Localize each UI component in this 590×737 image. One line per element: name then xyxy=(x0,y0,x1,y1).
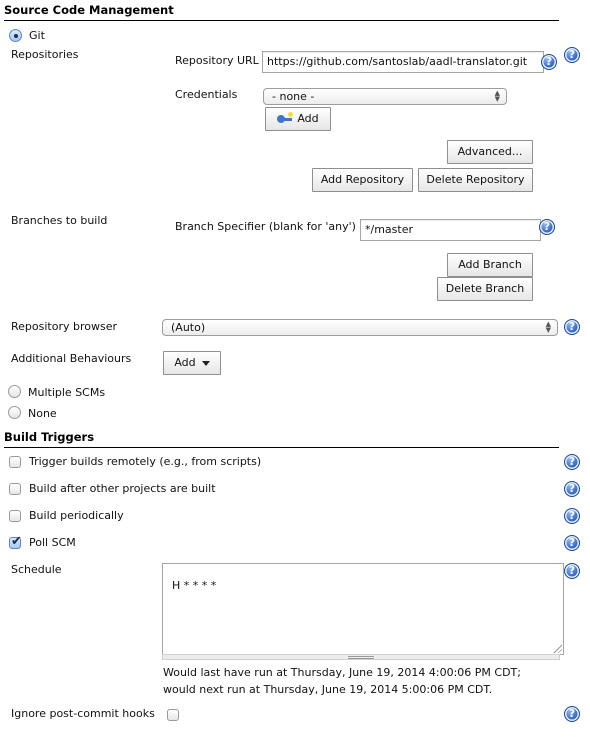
repositories-help-icon[interactable]: ? xyxy=(564,47,580,63)
trigger-remotely-label: Trigger builds remotely (e.g., from scri… xyxy=(29,455,262,468)
branches-label: Branches to build xyxy=(11,214,108,227)
poll-scm-help-icon[interactable]: ? xyxy=(564,535,580,551)
additional-behaviours-label: Additional Behaviours xyxy=(11,352,132,365)
select-arrows-icon: ▲ ▼ xyxy=(545,320,551,334)
repository-browser-selected-value: (Auto) xyxy=(171,321,206,334)
repository-url-label: Repository URL xyxy=(175,54,259,67)
build-triggers-section-title: Build Triggers xyxy=(4,430,559,448)
schedule-textarea[interactable]: H * * * * xyxy=(162,563,564,655)
ignore-post-commit-help-icon[interactable]: ? xyxy=(564,706,580,722)
add-credentials-button[interactable]: Add xyxy=(265,107,331,131)
repository-browser-label: Repository browser xyxy=(11,320,117,333)
scm-section-title: Source Code Management xyxy=(4,3,559,21)
delete-branch-button[interactable]: Delete Branch xyxy=(437,277,533,301)
add-branch-button[interactable]: Add Branch xyxy=(447,253,533,277)
multiple-scms-radio[interactable] xyxy=(8,385,21,398)
schedule-value: H * * * * xyxy=(172,579,217,592)
multiple-scms-label: Multiple SCMs xyxy=(28,386,106,399)
build-after-other-help-icon[interactable]: ? xyxy=(564,481,580,497)
credentials-label: Credentials xyxy=(175,88,238,101)
credentials-selected-value: - none - xyxy=(272,90,315,103)
branch-specifier-help-icon[interactable]: ? xyxy=(539,219,555,235)
credentials-select[interactable]: - none - ▲ ▼ xyxy=(263,88,507,105)
add-repository-button[interactable]: Add Repository xyxy=(312,168,413,192)
dropdown-caret-icon xyxy=(201,360,210,366)
schedule-info-next-run: would next run at Thursday, June 19, 201… xyxy=(163,683,493,696)
repositories-label: Repositories xyxy=(11,48,79,61)
select-arrows-icon: ▲ ▼ xyxy=(494,89,500,103)
textarea-expand-handle[interactable] xyxy=(162,654,560,660)
build-after-other-checkbox[interactable] xyxy=(9,483,21,495)
build-periodically-help-icon[interactable]: ? xyxy=(564,508,580,524)
checkmark-icon: ✔ xyxy=(11,534,22,549)
schedule-label: Schedule xyxy=(11,563,62,576)
repository-browser-help-icon[interactable]: ? xyxy=(564,319,580,335)
ignore-post-commit-label: Ignore post-commit hooks xyxy=(11,707,155,720)
repository-url-help-icon[interactable]: ? xyxy=(541,54,557,70)
none-radio[interactable] xyxy=(8,406,21,419)
branch-specifier-input[interactable]: */master xyxy=(360,219,541,241)
build-periodically-checkbox[interactable] xyxy=(9,510,21,522)
branch-specifier-label: Branch Specifier (blank for 'any') xyxy=(175,220,356,233)
git-label: Git xyxy=(29,29,45,42)
key-icon xyxy=(277,112,294,123)
build-periodically-label: Build periodically xyxy=(29,509,124,522)
delete-repository-button[interactable]: Delete Repository xyxy=(418,168,533,192)
build-after-other-label: Build after other projects are built xyxy=(29,482,216,495)
resize-grip-icon[interactable] xyxy=(552,643,562,653)
advanced-button[interactable]: Advanced... xyxy=(447,140,533,164)
repository-browser-select[interactable]: (Auto) ▲ ▼ xyxy=(162,319,558,336)
git-radio[interactable] xyxy=(9,29,22,42)
trigger-remotely-checkbox[interactable] xyxy=(9,456,21,468)
ignore-post-commit-checkbox[interactable] xyxy=(167,709,179,721)
poll-scm-checkbox[interactable]: ✔ xyxy=(9,534,22,549)
schedule-info-last-run: Would last have run at Thursday, June 19… xyxy=(163,666,521,679)
repository-url-input[interactable]: https://github.com/santoslab/aadl-transl… xyxy=(262,51,544,73)
none-label: None xyxy=(28,407,57,420)
trigger-remotely-help-icon[interactable]: ? xyxy=(564,454,580,470)
poll-scm-label: Poll SCM xyxy=(29,536,76,549)
schedule-help-icon[interactable]: ? xyxy=(564,563,580,579)
additional-behaviours-add-button[interactable]: Add xyxy=(163,351,221,375)
